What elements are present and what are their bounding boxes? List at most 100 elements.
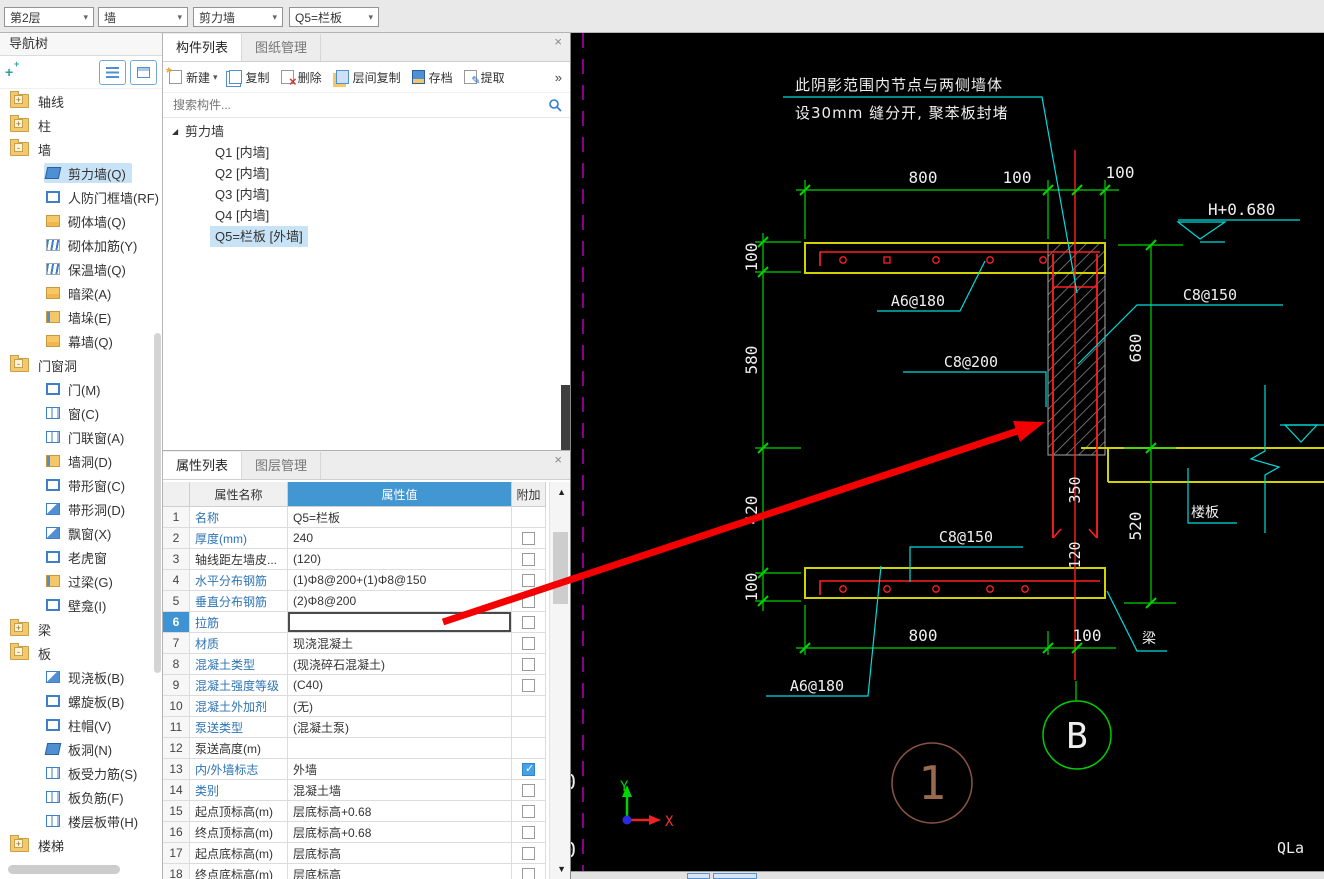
- component-item[interactable]: Q2 [内墙]: [163, 163, 570, 184]
- extract-button[interactable]: 提取: [463, 69, 505, 87]
- property-name[interactable]: 终点底标高(m): [190, 864, 288, 879]
- extra-checkbox[interactable]: [522, 636, 535, 650]
- sidebar-item-lintel[interactable]: 过梁(G): [0, 569, 162, 593]
- extra-checkbox[interactable]: [522, 531, 535, 545]
- property-name[interactable]: 内/外墙标志: [190, 759, 288, 780]
- property-value[interactable]: 层底标高: [288, 843, 512, 864]
- search-icon[interactable]: [548, 98, 562, 112]
- sidebar-item-masonry-wall[interactable]: 砌体墙(Q): [0, 209, 162, 233]
- extra-checkbox[interactable]: [522, 678, 535, 692]
- property-name[interactable]: 泵送类型: [190, 717, 288, 738]
- property-name[interactable]: 拉筋: [190, 612, 288, 633]
- sidebar-item-folder-column[interactable]: + 柱: [0, 113, 162, 137]
- sidebar-item-door[interactable]: 门(M): [0, 377, 162, 401]
- panel-view-button[interactable]: [130, 59, 157, 85]
- sidebar-item-wall-pier[interactable]: 墙垛(E): [0, 305, 162, 329]
- tab-drawing-management[interactable]: 图纸管理: [242, 34, 322, 61]
- sidebar-item-civil-defense-door-frame-wall[interactable]: 人防门框墙(RF): [0, 185, 162, 209]
- property-value[interactable]: (C40): [288, 675, 512, 696]
- sidebar-item-slab-main-rebar[interactable]: 板受力筋(S): [0, 761, 162, 785]
- list-view-button[interactable]: [99, 59, 126, 85]
- new-button[interactable]: 新建 ▾: [166, 64, 218, 86]
- property-name[interactable]: 泵送高度(m): [190, 738, 288, 759]
- scrollbar-thumb[interactable]: [553, 532, 568, 604]
- extra-checkbox[interactable]: [522, 867, 535, 879]
- extra-checkbox[interactable]: [522, 615, 535, 629]
- property-value[interactable]: (无): [288, 696, 512, 717]
- expand-icon[interactable]: ◢: [172, 121, 185, 142]
- sidebar-item-floor-slab-band[interactable]: 楼层板带(H): [0, 809, 162, 833]
- sidebar-item-folder-axis[interactable]: + 轴线: [0, 89, 162, 113]
- archive-button[interactable]: 存档: [411, 69, 453, 86]
- extra-checkbox[interactable]: [522, 804, 535, 818]
- sidebar-item-folder-stairs[interactable]: + 楼梯: [0, 833, 162, 857]
- property-value[interactable]: (1)Φ8@200+(1)Φ8@150: [288, 570, 512, 591]
- sidebar-item-folder-beam[interactable]: + 梁: [0, 617, 162, 641]
- property-value[interactable]: 层底标高+0.68: [288, 801, 512, 822]
- property-value[interactable]: 240: [288, 528, 512, 549]
- property-value[interactable]: [288, 612, 512, 633]
- property-value[interactable]: 外墙: [288, 759, 512, 780]
- sidebar-item-shear-wall[interactable]: 剪力墙(Q): [0, 161, 162, 185]
- component-item[interactable]: Q5=栏板 [外墙]: [163, 226, 570, 247]
- extra-checkbox[interactable]: [522, 594, 535, 608]
- sidebar-item-slab-hole[interactable]: 板洞(N): [0, 737, 162, 761]
- sidebar-item-strip-hole[interactable]: 带形洞(D): [0, 497, 162, 521]
- property-name[interactable]: 水平分布钢筋: [190, 570, 288, 591]
- sidebar-item-dormer-window[interactable]: 老虎窗: [0, 545, 162, 569]
- scroll-down-icon[interactable]: ▼: [557, 864, 566, 874]
- property-name[interactable]: 起点底标高(m): [190, 843, 288, 864]
- extra-checkbox[interactable]: [522, 783, 535, 797]
- extra-checkbox[interactable]: [522, 657, 535, 671]
- delete-button[interactable]: 删除: [280, 69, 322, 89]
- sidebar-item-folder-openings[interactable]: - 门窗洞: [0, 353, 162, 377]
- close-icon[interactable]: ×: [554, 453, 562, 466]
- property-value[interactable]: 混凝土墙: [288, 780, 512, 801]
- property-name[interactable]: 类别: [190, 780, 288, 801]
- property-name[interactable]: 混凝土外加剂: [190, 696, 288, 717]
- floor-select[interactable]: 第2层 ▾: [4, 7, 94, 27]
- category-select[interactable]: 墙 ▾: [98, 7, 188, 27]
- extra-checkbox[interactable]: [522, 846, 535, 860]
- property-value[interactable]: [288, 738, 512, 759]
- property-value[interactable]: Q5=栏板: [288, 507, 512, 528]
- sidebar-item-masonry-reinforcement[interactable]: 砌体加筋(Y): [0, 233, 162, 257]
- sidebar-item-wall-hole[interactable]: 墙洞(D): [0, 449, 162, 473]
- extra-checkbox[interactable]: [522, 825, 535, 839]
- property-name[interactable]: 轴线距左墙皮...: [190, 549, 288, 570]
- sidebar-item-curtain-wall[interactable]: 幕墙(Q): [0, 329, 162, 353]
- add-icon[interactable]: +: [5, 59, 25, 80]
- sidebar-item-window[interactable]: 窗(C): [0, 401, 162, 425]
- property-name[interactable]: 材质: [190, 633, 288, 654]
- property-value[interactable]: 层底标高+0.68: [288, 822, 512, 843]
- component-item[interactable]: Q1 [内墙]: [163, 142, 570, 163]
- property-name[interactable]: 起点顶标高(m): [190, 801, 288, 822]
- sidebar-item-niche[interactable]: 壁龛(I): [0, 593, 162, 617]
- property-value-edit-input[interactable]: [288, 612, 511, 632]
- component-item[interactable]: Q3 [内墙]: [163, 184, 570, 205]
- sidebar-horizontal-scrollbar[interactable]: [8, 865, 120, 874]
- sidebar-item-slab-negative-rebar[interactable]: 板负筋(F): [0, 785, 162, 809]
- sidebar-item-folder-wall[interactable]: -墙: [0, 137, 162, 161]
- property-value[interactable]: (2)Φ8@200: [288, 591, 512, 612]
- more-tools-button[interactable]: »: [555, 70, 562, 85]
- search-input[interactable]: [171, 97, 548, 113]
- property-value[interactable]: (120): [288, 549, 512, 570]
- property-name[interactable]: 混凝土强度等级: [190, 675, 288, 696]
- extra-checkbox[interactable]: [522, 573, 535, 587]
- sidebar-item-insulation-wall[interactable]: 保温墙(Q): [0, 257, 162, 281]
- component-tree-root[interactable]: ◢ 剪力墙: [163, 121, 570, 142]
- sidebar-vertical-scrollbar[interactable]: [154, 333, 161, 673]
- close-icon[interactable]: ×: [554, 35, 562, 48]
- extra-checkbox[interactable]: [522, 762, 535, 776]
- component-panel-scrollbar[interactable]: [561, 385, 570, 450]
- cad-canvas[interactable]: B 1 此阴影范围内节点与两侧墙体 设30mm 缝分开, 聚苯板封堵 800 1…: [571, 33, 1324, 871]
- sidebar-item-folder-slab[interactable]: -板: [0, 641, 162, 665]
- tab-property-list[interactable]: 属性列表: [163, 452, 243, 479]
- cad-viewport[interactable]: B 1 此阴影范围内节点与两侧墙体 设30mm 缝分开, 聚苯板封堵 800 1…: [571, 33, 1324, 871]
- sidebar-item-door-connected-window[interactable]: 门联窗(A): [0, 425, 162, 449]
- property-panel-scrollbar[interactable]: ▲ ▼: [549, 482, 570, 879]
- tab-layer-management[interactable]: 图层管理: [242, 452, 322, 479]
- component-select[interactable]: Q5=栏板 ▾: [289, 7, 379, 27]
- extra-checkbox[interactable]: [522, 552, 535, 566]
